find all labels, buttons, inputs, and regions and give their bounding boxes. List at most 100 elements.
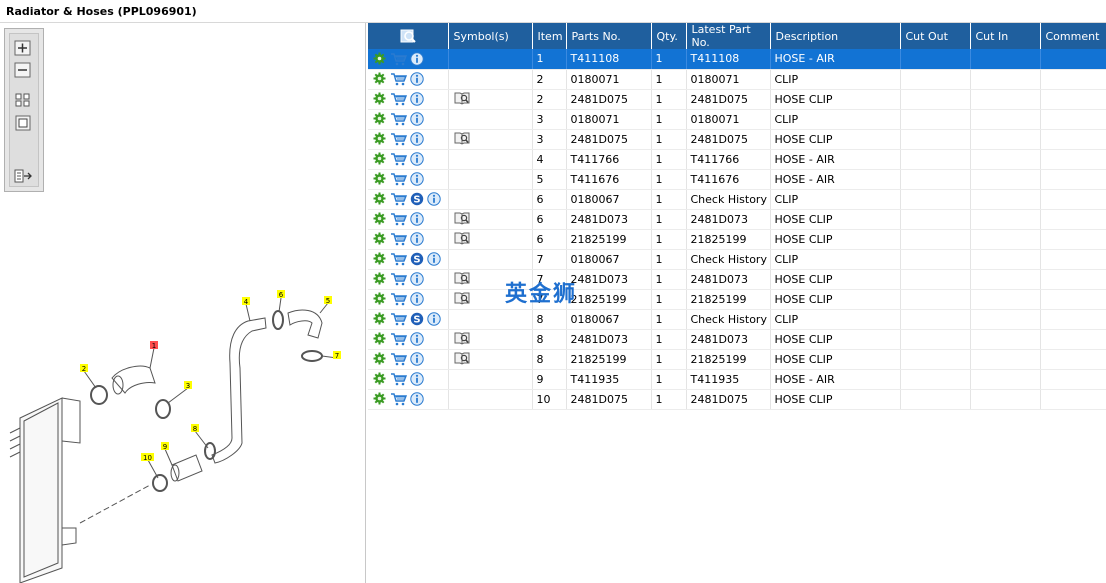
info-icon[interactable] (410, 372, 424, 386)
table-row[interactable]: S 7 0180067 1 Check History CLIP (368, 249, 1106, 270)
zoom-out-button[interactable] (13, 61, 33, 79)
info-icon[interactable] (410, 172, 424, 186)
table-row[interactable]: S 8 0180067 1 Check History CLIP (368, 309, 1106, 330)
cart-icon[interactable] (390, 212, 408, 226)
column-header-description[interactable]: Description (770, 23, 901, 49)
table-row[interactable]: 1 T411108 1 T411108 HOSE - AIR (368, 49, 1106, 70)
table-row[interactable]: 7 21825199 1 21825199 HOSE CLIP (368, 289, 1106, 310)
cart-icon[interactable] (390, 272, 408, 286)
callout-9[interactable]: 9 (163, 443, 167, 451)
info-icon[interactable] (410, 392, 424, 406)
fit-window-button[interactable] (13, 114, 33, 132)
callout-4[interactable]: 4 (244, 298, 249, 306)
cart-icon[interactable] (390, 172, 408, 186)
info-icon[interactable] (410, 112, 424, 126)
manual-book-icon[interactable] (454, 211, 470, 225)
callout-1[interactable]: 1 (152, 342, 156, 350)
gear-icon[interactable] (373, 272, 387, 286)
table-row[interactable]: 6 2481D073 1 2481D073 HOSE CLIP (368, 209, 1106, 230)
gear-icon[interactable] (373, 52, 387, 66)
cart-icon[interactable] (390, 92, 408, 106)
table-row[interactable]: 3 0180071 1 0180071 CLIP (368, 109, 1106, 130)
gear-icon[interactable] (373, 332, 387, 346)
gear-icon[interactable] (373, 372, 387, 386)
export-button[interactable] (13, 167, 33, 185)
column-header-cut-out[interactable]: Cut Out (900, 23, 971, 49)
cart-icon[interactable] (390, 392, 408, 406)
gear-icon[interactable] (373, 92, 387, 106)
manual-book-icon[interactable] (454, 131, 470, 145)
gear-icon[interactable] (373, 212, 387, 226)
gear-icon[interactable] (373, 192, 387, 206)
callout-8[interactable]: 8 (193, 425, 197, 433)
cart-icon[interactable] (390, 292, 408, 306)
fit-all-button[interactable] (13, 91, 33, 109)
cart-icon[interactable] (390, 252, 408, 266)
table-row[interactable]: S 6 0180067 1 Check History CLIP (368, 189, 1106, 210)
callout-7[interactable]: 7 (335, 352, 339, 360)
callout-6[interactable]: 6 (279, 291, 284, 299)
info-icon[interactable] (427, 192, 441, 206)
info-icon[interactable] (410, 352, 424, 366)
info-icon[interactable] (410, 152, 424, 166)
manual-book-icon[interactable] (454, 331, 470, 345)
manual-book-icon[interactable] (454, 231, 470, 245)
info-icon[interactable] (410, 132, 424, 146)
exploded-diagram[interactable]: 1 2 3 4 5 6 7 8 9 10 (0, 23, 366, 583)
info-icon[interactable] (410, 212, 424, 226)
info-icon[interactable] (410, 272, 424, 286)
manual-book-icon[interactable] (454, 351, 470, 365)
gear-icon[interactable] (373, 292, 387, 306)
cart-icon[interactable] (390, 152, 408, 166)
table-row[interactable]: 2 2481D075 1 2481D075 HOSE CLIP (368, 89, 1106, 110)
service-s-icon[interactable]: S (410, 252, 424, 266)
callout-5[interactable]: 5 (326, 297, 330, 305)
column-header-latest-part-no[interactable]: Latest Part No. (686, 23, 771, 49)
column-header-symbols[interactable]: Symbol(s) (448, 23, 533, 49)
column-header-qty[interactable]: Qty. (651, 23, 687, 49)
cart-icon[interactable] (390, 52, 408, 66)
table-row[interactable]: 8 21825199 1 21825199 HOSE CLIP (368, 349, 1106, 370)
table-row[interactable]: 5 T411676 1 T411676 HOSE - AIR (368, 169, 1106, 190)
service-s-icon[interactable]: S (410, 312, 424, 326)
manual-book-icon[interactable] (454, 271, 470, 285)
column-header-item[interactable]: Item (532, 23, 567, 49)
gear-icon[interactable] (373, 72, 387, 86)
gear-icon[interactable] (373, 152, 387, 166)
cart-icon[interactable] (390, 232, 408, 246)
column-header-parts-no[interactable]: Parts No. (566, 23, 652, 49)
gear-icon[interactable] (373, 132, 387, 146)
info-icon[interactable] (427, 312, 441, 326)
cart-icon[interactable] (390, 352, 408, 366)
info-icon[interactable] (410, 332, 424, 346)
callout-2[interactable]: 2 (82, 365, 86, 373)
cart-icon[interactable] (390, 372, 408, 386)
manual-book-icon[interactable] (454, 91, 470, 105)
info-icon[interactable] (427, 252, 441, 266)
gear-icon[interactable] (373, 392, 387, 406)
table-row[interactable]: 10 2481D075 1 2481D075 HOSE CLIP (368, 389, 1106, 410)
table-row[interactable]: 3 2481D075 1 2481D075 HOSE CLIP (368, 129, 1106, 150)
zoom-in-button[interactable] (13, 39, 33, 57)
gear-icon[interactable] (373, 172, 387, 186)
table-row[interactable]: 2 0180071 1 0180071 CLIP (368, 69, 1106, 90)
table-row[interactable]: 4 T411766 1 T411766 HOSE - AIR (368, 149, 1106, 170)
cart-icon[interactable] (390, 72, 408, 86)
column-header-search[interactable] (368, 23, 449, 49)
gear-icon[interactable] (373, 352, 387, 366)
table-row[interactable]: 7 2481D073 1 2481D073 HOSE CLIP (368, 269, 1106, 290)
info-icon[interactable] (410, 72, 424, 86)
gear-icon[interactable] (373, 112, 387, 126)
cart-icon[interactable] (390, 132, 408, 146)
column-header-comment[interactable]: Comment (1040, 23, 1106, 49)
info-icon[interactable] (410, 232, 424, 246)
cart-icon[interactable] (390, 332, 408, 346)
callout-3[interactable]: 3 (186, 382, 190, 390)
column-header-cut-in[interactable]: Cut In (970, 23, 1041, 49)
diagram-pane[interactable]: 1 2 3 4 5 6 7 8 9 10 (0, 23, 366, 583)
info-icon[interactable] (410, 52, 424, 66)
service-s-icon[interactable]: S (410, 192, 424, 206)
table-row[interactable]: 8 2481D073 1 2481D073 HOSE CLIP (368, 329, 1106, 350)
gear-icon[interactable] (373, 312, 387, 326)
table-row[interactable]: 6 21825199 1 21825199 HOSE CLIP (368, 229, 1106, 250)
